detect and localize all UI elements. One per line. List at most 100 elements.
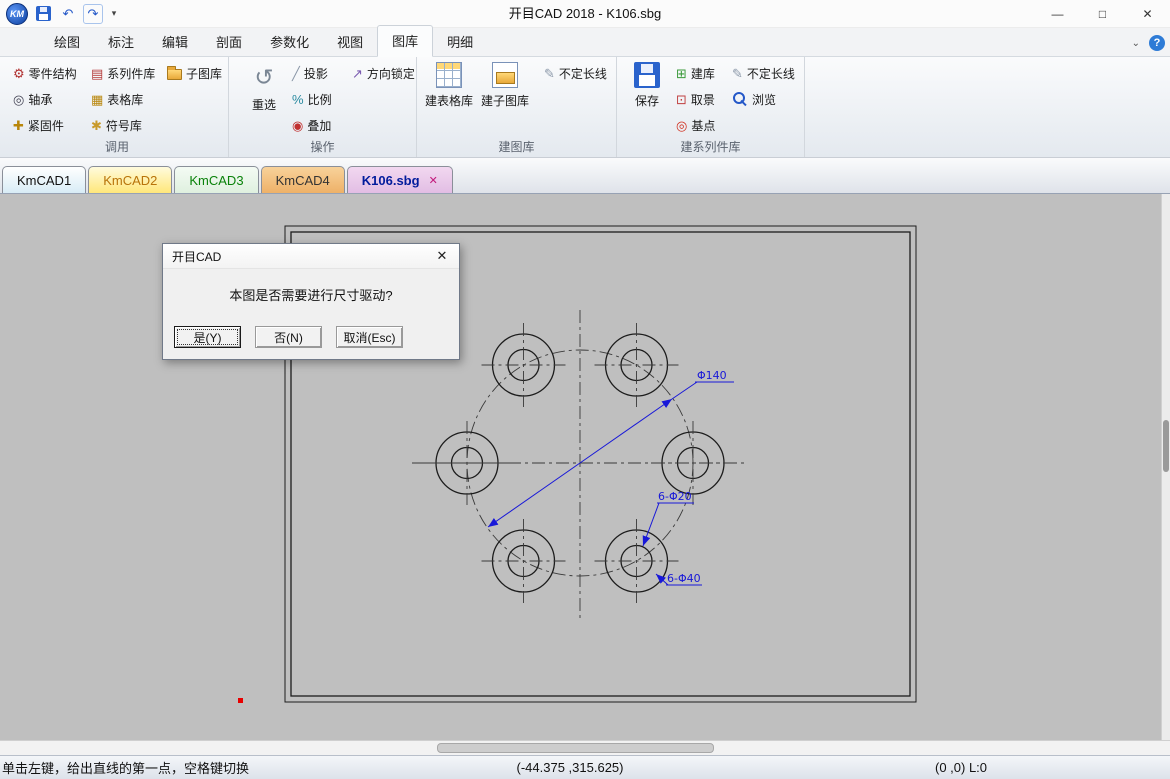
ribbon-item-part-structure[interactable]: ⚙ 零件结构 [10, 63, 80, 83]
save-icon [36, 6, 51, 21]
quick-access-toolbar: KM ↶ ↷ ▾ [0, 3, 120, 25]
ribbon-button-label: 保存 [635, 92, 659, 109]
ribbon-item-variable-line[interactable]: ✎ 不定长线 [541, 63, 610, 83]
build-library-icon: ⊞ [676, 67, 687, 80]
app-logo[interactable]: KM [6, 3, 28, 25]
doc-tab-kmcad4[interactable]: KmCAD4 [261, 166, 345, 193]
horizontal-scrollbar[interactable] [0, 740, 1170, 755]
dim-hole-inner-label: 6-Φ20 [658, 490, 692, 503]
dialog-message: 本图是否需要进行尺寸驱动? [163, 285, 459, 304]
part-structure-icon: ⚙ [13, 67, 25, 80]
ribbon-tab-detail[interactable]: 明细 [433, 27, 487, 57]
undo-button[interactable]: ↶ [58, 4, 78, 24]
folder-icon [167, 69, 182, 80]
ribbon-item-fastener[interactable]: ✚ 紧固件 [10, 115, 67, 135]
doc-tab-kmcad1[interactable]: KmCAD1 [2, 166, 86, 193]
ribbon-item-build-library[interactable]: ⊞ 建库 [673, 63, 718, 83]
ribbon-button-save-library[interactable]: 保存 [627, 62, 667, 109]
scale-icon: % [292, 93, 304, 106]
table-library-icon: ▦ [91, 93, 103, 106]
ribbon-tab-bar: 绘图 标注 编辑 剖面 参数化 视图 图库 明细 ⌄ ? [0, 28, 1170, 57]
build-table-library-icon [436, 62, 462, 88]
horizontal-scrollbar-thumb[interactable] [437, 743, 714, 753]
cancel-button[interactable]: 取消(Esc) [336, 326, 403, 348]
doc-tab-label: K106.sbg [362, 173, 420, 188]
bearing-icon: ◎ [13, 93, 24, 106]
dialog-titlebar[interactable]: 开目CAD ✕ [163, 244, 459, 269]
dialog-close-icon[interactable]: ✕ [425, 244, 459, 268]
dialog-buttons: 是(Y) 否(N) 取消(Esc) [174, 326, 403, 348]
help-icon[interactable]: ? [1149, 35, 1165, 51]
ribbon-item-browse[interactable]: 浏览 [729, 89, 779, 109]
confirm-dialog: 开目CAD ✕ 本图是否需要进行尺寸驱动? 是(Y) 否(N) 取消(Esc) [162, 243, 460, 360]
ribbon-button-build-table-library[interactable]: 建表格库 [421, 62, 477, 109]
ribbon-tab-draw[interactable]: 绘图 [40, 27, 94, 57]
pencil-line-icon: ✎ [732, 67, 743, 80]
ribbon-item-table-library[interactable]: ▦ 表格库 [88, 89, 146, 109]
qat-dropdown-icon[interactable]: ▾ [108, 4, 120, 24]
close-button[interactable]: ✕ [1125, 0, 1170, 27]
ribbon-item-label: 取景 [691, 91, 715, 108]
dim-bolt-circle-label: Φ140 [697, 369, 727, 382]
overlay-icon: ◉ [292, 119, 303, 132]
doc-tab-kmcad3[interactable]: KmCAD3 [174, 166, 258, 193]
ribbon-item-overlay[interactable]: ◉ 叠加 [289, 115, 334, 135]
ribbon-item-sub-library[interactable]: 子图库 [164, 63, 225, 83]
save-library-icon [634, 62, 660, 88]
doc-tab-k106[interactable]: K106.sbg ✕ [347, 166, 453, 193]
ribbon-item-label: 投影 [304, 65, 328, 82]
ribbon-tab-annotate[interactable]: 标注 [94, 27, 148, 57]
ribbon-item-label: 紧固件 [28, 117, 64, 134]
tab-close-icon[interactable]: ✕ [429, 174, 438, 187]
direction-lock-icon: ↗ [352, 67, 363, 80]
ribbon-item-variable-line-2[interactable]: ✎ 不定长线 [729, 63, 798, 83]
projection-icon: ╱ [292, 67, 300, 80]
status-bar: 单击左键，给出直线的第一点，空格键切换 (-44.375 ,315.625) (… [0, 755, 1170, 779]
ribbon-item-scale[interactable]: % 比例 [289, 89, 335, 109]
vertical-scrollbar[interactable] [1161, 194, 1170, 740]
document-tab-bar: KmCAD1 KmCAD2 KmCAD3 KmCAD4 K106.sbg ✕ [0, 158, 1170, 194]
ribbon-item-bearing[interactable]: ◎ 轴承 [10, 89, 55, 109]
ribbon-item-symbol-library[interactable]: ✱ 符号库 [88, 115, 145, 135]
ribbon-group-label: 建系列件库 [617, 138, 804, 155]
ribbon-group-operation: ↺ 重选 ╱ 投影 ↗ 方向锁定 % 比例 ◉ 叠加 操作 [229, 57, 417, 157]
origin-marker [238, 698, 243, 703]
ribbon-item-projection[interactable]: ╱ 投影 [289, 63, 331, 83]
ribbon-item-capture[interactable]: ⊡ 取景 [673, 89, 718, 109]
ribbon-tab-edit[interactable]: 编辑 [148, 27, 202, 57]
series-library-icon: ▤ [91, 67, 103, 80]
ribbon-item-label: 轴承 [28, 91, 52, 108]
ribbon-tab-section[interactable]: 剖面 [202, 27, 256, 57]
ribbon-button-label: 建表格库 [425, 92, 473, 109]
ribbon-collapse-icon[interactable]: ⌄ [1132, 38, 1140, 49]
status-origin-info: (0 ,0) L:0 [935, 760, 1170, 775]
ribbon-item-direction-lock[interactable]: ↗ 方向锁定 [349, 63, 418, 83]
ribbon-item-label: 建库 [691, 65, 715, 82]
yes-button[interactable]: 是(Y) [174, 326, 241, 348]
ribbon-item-base-point[interactable]: ◎ 基点 [673, 115, 718, 135]
redo-button[interactable]: ↷ [83, 4, 103, 24]
ribbon-tab-view[interactable]: 视图 [323, 27, 377, 57]
window-title: 开目CAD 2018 - K106.sbg [0, 0, 1170, 28]
ribbon-right-controls: ⌄ ? [1132, 35, 1165, 51]
vertical-scrollbar-thumb[interactable] [1163, 420, 1169, 472]
reselect-icon: ↺ [249, 62, 279, 92]
ribbon-button-build-sub-library[interactable]: 建子图库 [477, 62, 533, 109]
drawing-canvas[interactable]: Φ140 6-Φ20 6-Φ40 开目CAD ✕ 本图是否需要进行尺寸驱动? 是… [0, 194, 1170, 740]
ribbon-item-series-library[interactable]: ▤ 系列件库 [88, 63, 158, 83]
dialog-title: 开目CAD [172, 248, 221, 265]
save-button[interactable] [33, 4, 53, 24]
status-hint: 单击左键，给出直线的第一点，空格键切换 [0, 758, 420, 777]
ribbon-button-reselect[interactable]: ↺ 重选 [241, 62, 287, 113]
maximize-button[interactable]: □ [1080, 0, 1125, 27]
ribbon-item-label: 不定长线 [747, 65, 795, 82]
ribbon-tab-library[interactable]: 图库 [377, 25, 433, 57]
minimize-button[interactable]: — [1035, 0, 1080, 27]
base-point-icon: ◎ [676, 119, 687, 132]
build-sub-library-icon [492, 62, 518, 88]
fastener-icon: ✚ [13, 119, 24, 132]
ribbon-tab-parametric[interactable]: 参数化 [256, 27, 323, 57]
no-button[interactable]: 否(N) [255, 326, 322, 348]
doc-tab-kmcad2[interactable]: KmCAD2 [88, 166, 172, 193]
ribbon-button-label: 重选 [252, 96, 276, 113]
